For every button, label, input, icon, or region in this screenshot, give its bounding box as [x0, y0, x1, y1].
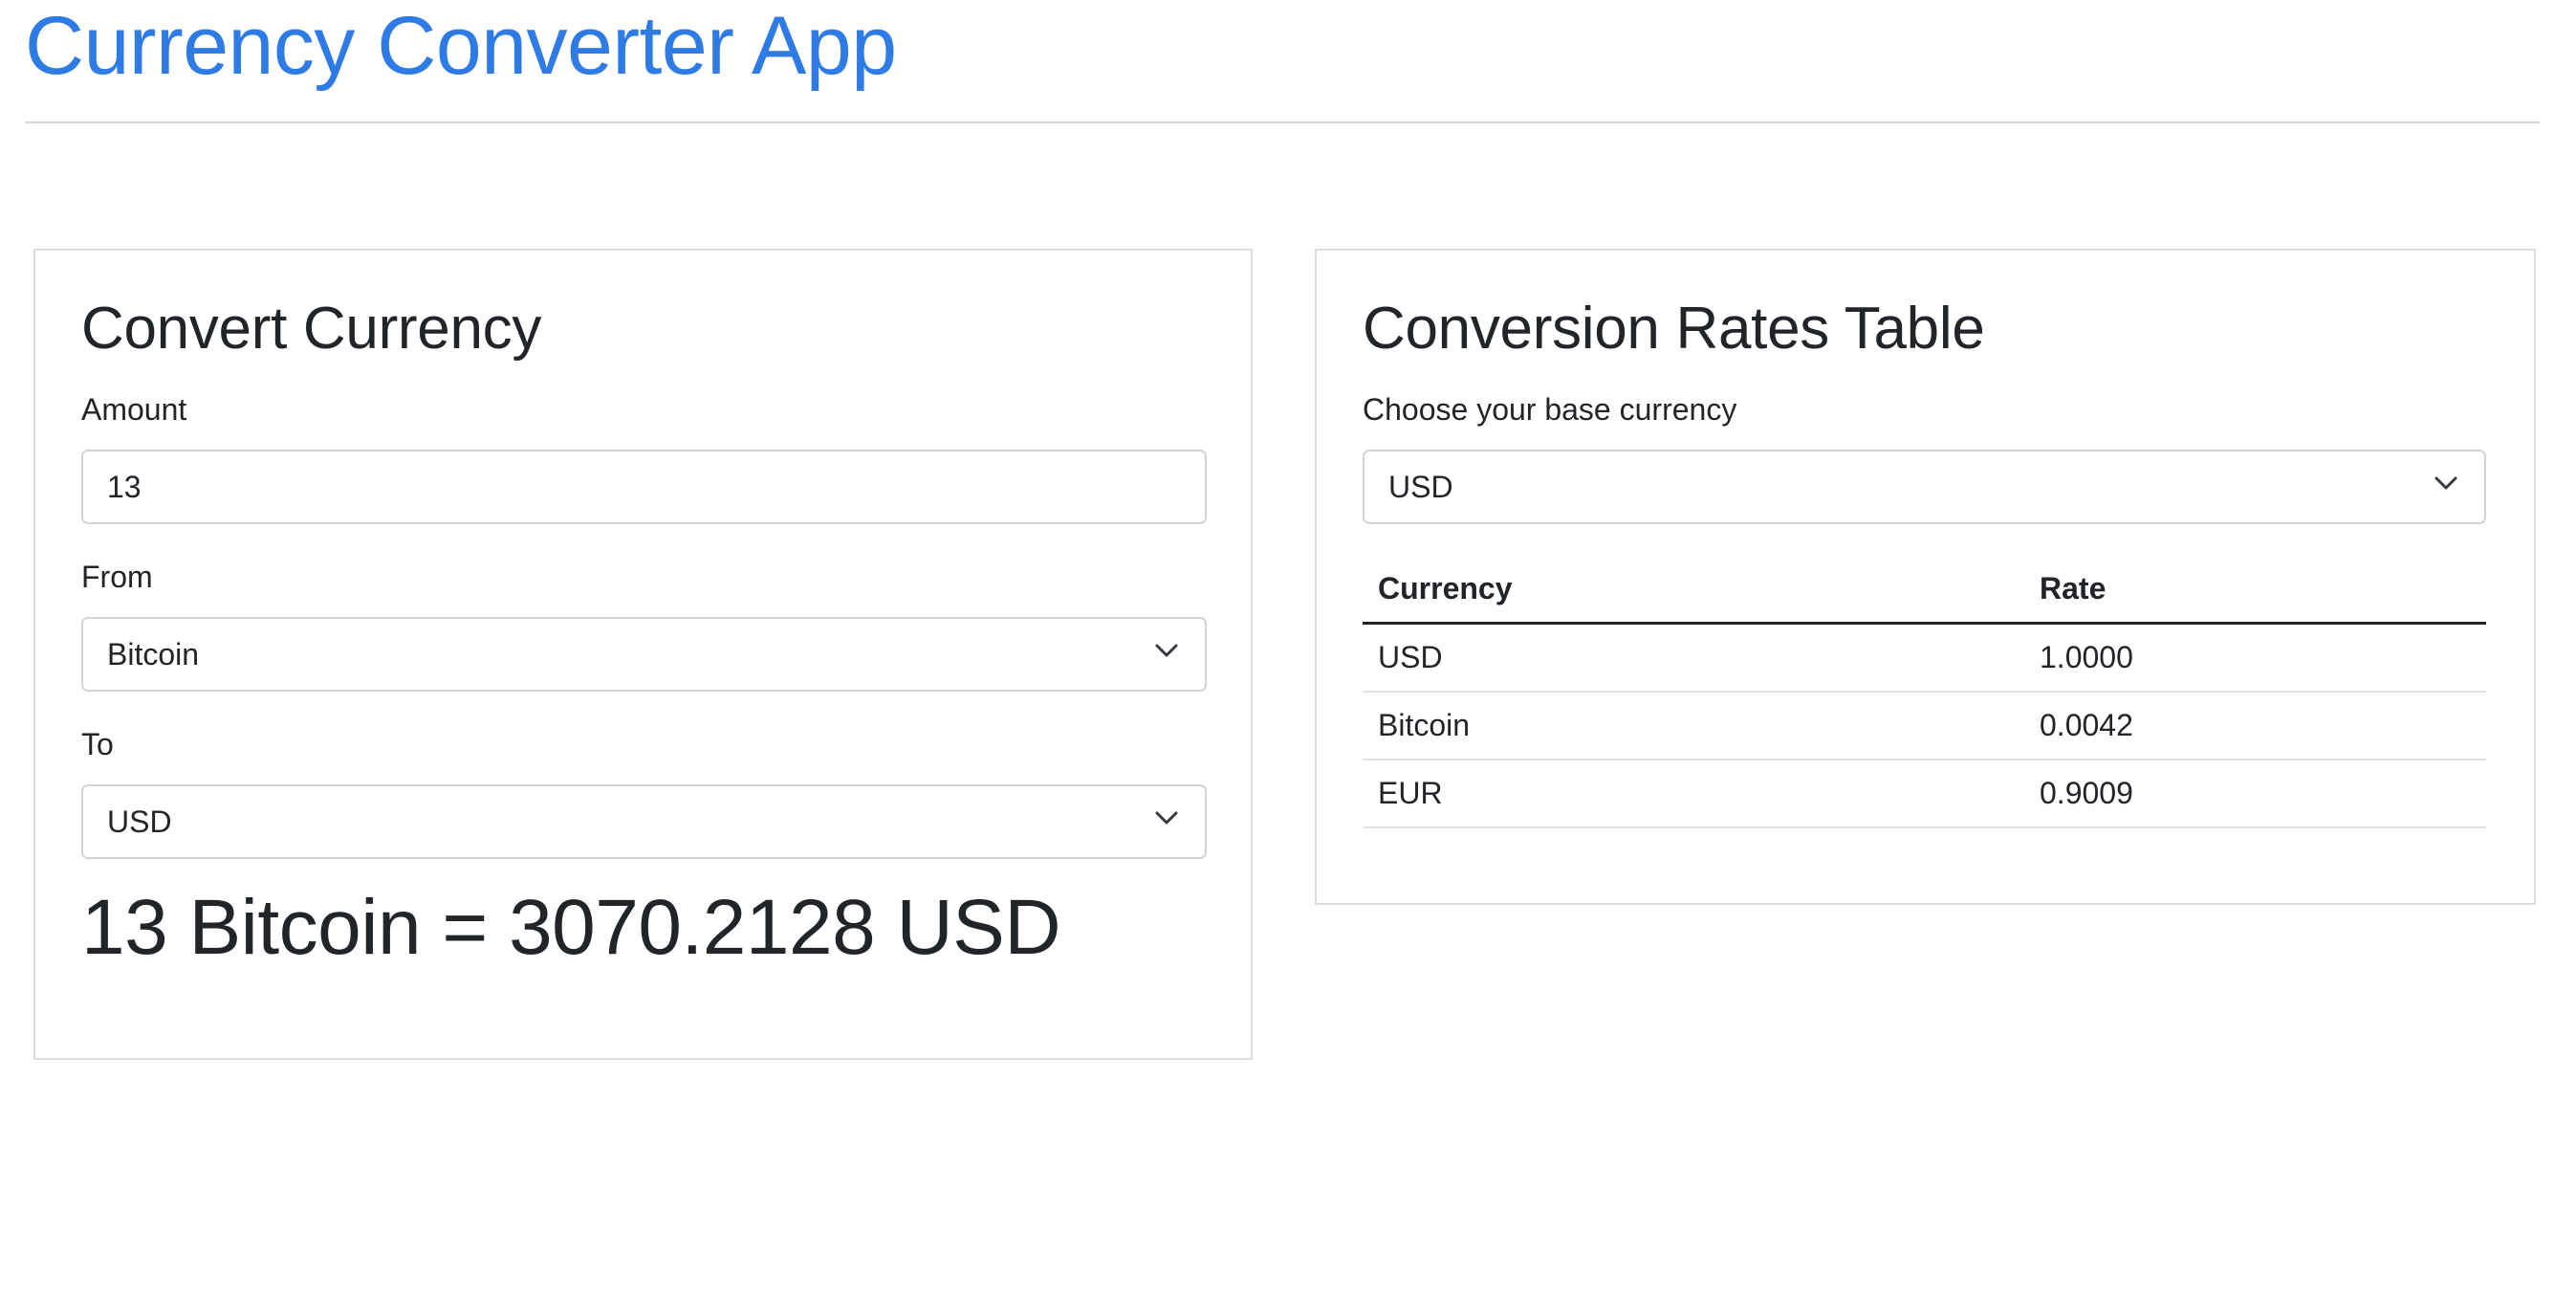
- convert-currency-card: Convert Currency Amount 13 From Bitcoin …: [33, 249, 1253, 1060]
- convert-currency-title: Convert Currency: [81, 296, 542, 362]
- table-row: Bitcoin 0.0042: [1363, 692, 2486, 760]
- currency-cell: USD: [1363, 623, 2024, 693]
- base-currency-value: USD: [1388, 470, 1453, 504]
- header-divider: [25, 121, 2540, 123]
- table-row: EUR 0.9009: [1363, 760, 2486, 828]
- chevron-down-icon: [1155, 644, 1178, 657]
- amount-input-value: 13: [107, 470, 142, 504]
- amount-label: Amount: [81, 392, 187, 427]
- rate-cell: 1.0000: [2024, 623, 2486, 693]
- table-row: USD 1.0000: [1363, 623, 2486, 693]
- conversion-rates-card: Conversion Rates Table Choose your base …: [1315, 249, 2536, 905]
- column-header-currency: Currency: [1363, 555, 2024, 625]
- conversion-rates-title: Conversion Rates Table: [1363, 296, 1985, 362]
- column-header-rate: Rate: [2024, 555, 2486, 625]
- to-currency-value: USD: [107, 804, 172, 839]
- currency-cell: EUR: [1363, 760, 2024, 828]
- app-title: Currency Converter App: [25, 0, 897, 92]
- chevron-down-icon: [2434, 476, 2457, 490]
- from-label: From: [81, 560, 153, 594]
- conversion-result: 13 Bitcoin = 3070.2128 USD: [81, 884, 1061, 971]
- base-currency-select[interactable]: USD: [1363, 450, 2486, 524]
- base-currency-label: Choose your base currency: [1363, 392, 1737, 427]
- rate-cell: 0.9009: [2024, 760, 2486, 828]
- to-label: To: [81, 727, 114, 761]
- chevron-down-icon: [1155, 811, 1178, 825]
- to-currency-select[interactable]: USD: [81, 784, 1207, 859]
- from-currency-select[interactable]: Bitcoin: [81, 617, 1207, 692]
- from-currency-value: Bitcoin: [107, 637, 200, 672]
- rates-table: Currency Rate USD 1.0000 Bitcoin 0.0042 …: [1363, 555, 2486, 828]
- rates-table-header-row: Currency Rate: [1363, 555, 2486, 625]
- amount-input[interactable]: 13: [81, 450, 1207, 524]
- currency-cell: Bitcoin: [1363, 692, 2024, 760]
- rate-cell: 0.0042: [2024, 692, 2486, 760]
